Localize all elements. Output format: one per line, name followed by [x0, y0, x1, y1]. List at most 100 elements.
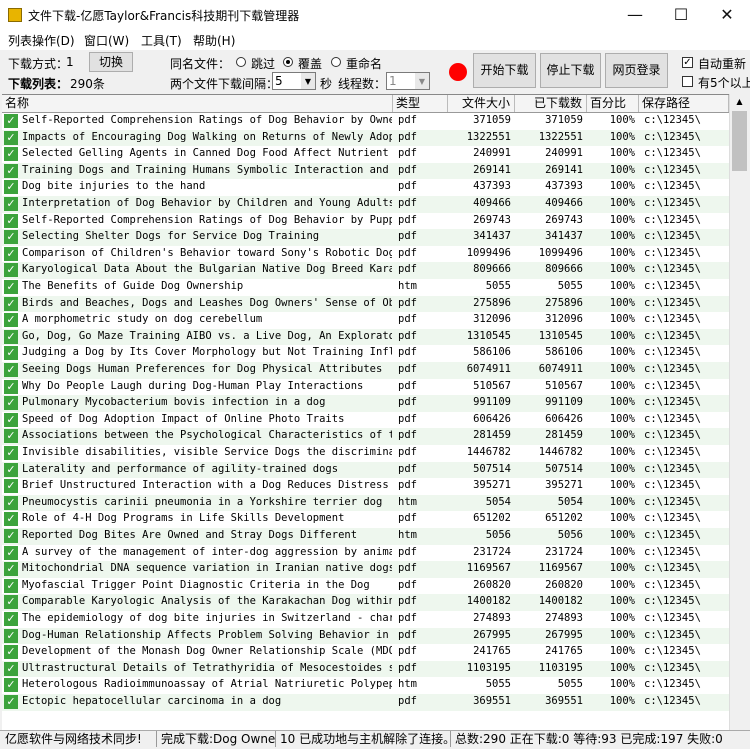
table-row[interactable]: ✓ Comparison of Children's Behavior towar…	[2, 246, 729, 263]
table-row[interactable]: ✓ Brief Unstructured Interaction with a D…	[2, 478, 729, 495]
cell-size: 6074911	[466, 363, 511, 375]
cell-type: pdf	[398, 429, 417, 442]
cell-size: 395271	[473, 479, 511, 492]
cell-name: Development of the Monash Dog Owner Rela…	[22, 645, 392, 658]
cell-name: Laterality and performance of agility-tr…	[22, 462, 339, 475]
table-row[interactable]: ✓ Dog-Human Relationship Affects Problem …	[2, 627, 729, 645]
cell-percent: 100%	[609, 495, 635, 508]
minimize-button[interactable]: —	[612, 0, 658, 30]
cell-type: pdf	[398, 147, 417, 160]
cell-size: 240991	[473, 147, 511, 160]
cell-size: 586106	[473, 346, 511, 359]
column-percent[interactable]: 百分比	[587, 95, 639, 112]
cell-type: pdf	[398, 578, 417, 591]
maximize-button[interactable]: ☐	[658, 0, 704, 30]
table-row[interactable]: ✓ Self-Reported Comprehension Ratings of …	[2, 113, 729, 130]
column-type[interactable]: 类型	[393, 95, 448, 112]
table-row[interactable]: ✓ Interpretation of Dog Behavior by Child…	[2, 196, 729, 213]
table-row[interactable]: ✓ Ectopic hepatocellular carcinoma in a d…	[2, 694, 729, 711]
table-row[interactable]: ✓ Heterologous Radioimmunoassay of Atrial…	[2, 677, 729, 694]
done-check-icon: ✓	[4, 645, 18, 660]
done-check-icon: ✓	[4, 562, 18, 577]
done-check-icon: ✓	[4, 412, 18, 427]
column-size[interactable]: 文件大小	[448, 95, 515, 112]
table-row[interactable]: ✓ Reported Dog Bites Are Owned and Stray …	[2, 528, 729, 545]
cell-path: c:\12345\	[644, 396, 701, 409]
stop-download-button[interactable]: 停止下载	[540, 53, 601, 88]
table-row[interactable]: ✓ Judging a Dog by Its Cover Morphology b…	[2, 345, 729, 362]
table-row[interactable]: ✓ Go, Dog, Go Maze Training AIBO vs. a Li…	[2, 328, 729, 346]
table-row[interactable]: ✓ Mitochondrial DNA sequence variation in…	[2, 561, 729, 578]
table-row[interactable]: ✓ Selecting Shelter Dogs for Service Dog …	[2, 229, 729, 246]
column-downloaded[interactable]: 已下载数	[515, 95, 587, 112]
table-row[interactable]: ✓ Speed of Dog Adoption Impact of Online …	[2, 412, 729, 429]
cell-percent: 100%	[609, 246, 635, 259]
table-row[interactable]: ✓ Birds and Beaches, Dogs and Leashes Dog…	[2, 295, 729, 313]
menu-tools[interactable]: 工具(T)	[141, 32, 182, 49]
table-row[interactable]: ✓ Pneumocystis carinii pneumonia in a Yor…	[2, 494, 729, 512]
scrollbar-thumb[interactable]	[732, 111, 747, 171]
cell-name: Judging a Dog by Its Cover Morphology bu…	[22, 346, 392, 359]
overwrite-radio[interactable]	[283, 57, 293, 67]
close-button[interactable]: ✕	[704, 0, 750, 30]
threads-select[interactable]: 1 ▼	[386, 72, 430, 90]
cell-type: pdf	[398, 612, 417, 624]
vertical-scrollbar[interactable]: ▲	[729, 94, 749, 730]
table-row[interactable]: ✓ Dog bite injuries to the hand pdf 437393 4…	[2, 179, 729, 196]
cell-percent: 100%	[609, 396, 635, 409]
five-plus-checkbox[interactable]	[682, 76, 693, 87]
table-row[interactable]: ✓ Impacts of Encouraging Dog Walking on R…	[2, 129, 729, 147]
table-row[interactable]: ✓ Karyological Data About the Bulgarian N…	[2, 262, 729, 279]
table-row[interactable]: ✓ Myofascial Trigger Point Diagnostic Cri…	[2, 578, 729, 595]
cell-name: Comparison of Children's Behavior toward…	[22, 246, 392, 259]
switch-button[interactable]: 切换	[89, 52, 133, 72]
table-row[interactable]: ✓ Development of the Monash Dog Owner Rel…	[2, 644, 729, 661]
table-row[interactable]: ✓ Pulmonary Mycobacterium bovis infection…	[2, 395, 729, 412]
cell-path: c:\12345\	[644, 163, 701, 176]
cell-type: htm	[398, 529, 417, 541]
table-row[interactable]: ✓ Training Dogs and Training Humans Symbo…	[2, 162, 729, 180]
start-download-button[interactable]: 开始下载	[473, 53, 536, 88]
menu-window[interactable]: 窗口(W)	[84, 32, 129, 49]
cell-type: pdf	[398, 479, 417, 492]
table-row[interactable]: ✓ Comparable Karyologic Analysis of the K…	[2, 594, 729, 611]
rename-radio[interactable]	[331, 57, 341, 67]
cell-percent: 100%	[609, 130, 635, 143]
interval-select[interactable]: 5 ▼	[272, 72, 316, 90]
scroll-up-icon[interactable]: ▲	[730, 94, 749, 110]
menu-list-ops[interactable]: 列表操作(D)	[8, 32, 75, 49]
table-row[interactable]: ✓ Associations between the Psychological …	[2, 428, 729, 445]
table-row[interactable]: ✓ Ultrastructural Details of Tetrathyridi…	[2, 660, 729, 678]
column-name[interactable]: 名称	[2, 95, 393, 112]
cell-path: c:\12345\	[644, 446, 701, 458]
column-path[interactable]: 保存路径	[639, 95, 729, 112]
cell-downloaded: 1400182	[538, 595, 583, 608]
auto-resume-checkbox[interactable]: ✓	[682, 57, 693, 68]
table-row[interactable]: ✓ Laterality and performance of agility-t…	[2, 461, 729, 479]
table-row[interactable]: ✓ Role of 4-H Dog Programs in Life Skills…	[2, 511, 729, 528]
table-row[interactable]: ✓ A survey of the management of inter-dog…	[2, 545, 729, 562]
cell-size: 1322551	[466, 130, 511, 143]
skip-radio[interactable]	[236, 57, 246, 67]
cell-size: 606426	[473, 412, 511, 425]
cell-percent: 100%	[609, 545, 635, 558]
done-check-icon: ✓	[4, 346, 18, 361]
table-row[interactable]: ✓ Invisible disabilities, visible Service…	[2, 445, 729, 462]
cell-percent: 100%	[609, 462, 635, 475]
cell-size: 275896	[473, 296, 511, 309]
done-check-icon: ✓	[4, 612, 18, 626]
menu-help[interactable]: 帮助(H)	[193, 32, 235, 49]
table-row[interactable]: ✓ The epidemiology of dog bite injuries i…	[2, 611, 729, 628]
table-row[interactable]: ✓ Self-Reported Comprehension Ratings of …	[2, 213, 729, 230]
done-check-icon: ✓	[4, 595, 18, 610]
web-login-button[interactable]: 网页登录	[605, 53, 668, 88]
table-row[interactable]: ✓ A morphometric study on dog cerebellum p…	[2, 312, 729, 329]
table-row[interactable]: ✓ Selected Gelling Agents in Canned Dog F…	[2, 146, 729, 163]
download-list[interactable]: 名称 类型 文件大小 已下载数 百分比 保存路径 ✓ Self-Reported …	[2, 94, 729, 731]
table-row[interactable]: ✓ Why Do People Laugh during Dog-Human Pl…	[2, 379, 729, 396]
cell-path: c:\12345\	[644, 329, 701, 342]
table-row[interactable]: ✓ Seeing Dogs Human Preferences for Dog P…	[2, 362, 729, 379]
table-row[interactable]: ✓ The Benefits of Guide Dog Ownership htm 5…	[2, 279, 729, 296]
cell-path: c:\12345\	[644, 595, 701, 608]
cell-path: c:\12345\	[644, 280, 701, 292]
